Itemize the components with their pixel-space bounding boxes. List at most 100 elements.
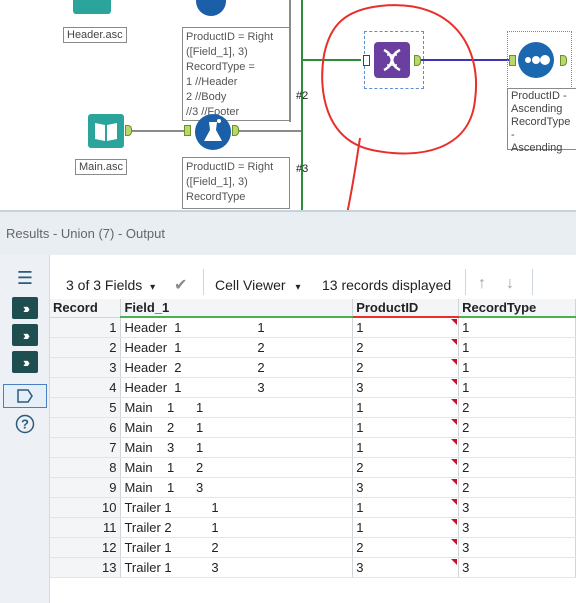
recordtype-cell[interactable]: 1 xyxy=(458,337,576,358)
productid-cell[interactable]: 1 xyxy=(352,497,460,518)
recordtype-cell[interactable]: 3 xyxy=(458,497,576,518)
cell-viewer-dropdown[interactable]: Cell Viewer ▾ xyxy=(215,277,300,293)
table-row[interactable]: 1 Header 1 111 xyxy=(50,317,576,338)
recordtype-cell[interactable]: 2 xyxy=(458,397,576,418)
table-row[interactable]: 4 Header 1 331 xyxy=(50,377,576,398)
field1-cell[interactable]: Trailer 1 3 xyxy=(120,557,354,578)
records-count: 13 records displayed xyxy=(322,277,452,293)
table-row[interactable]: 8 Main 1 222 xyxy=(50,457,576,478)
record-cell[interactable]: 3 xyxy=(50,357,122,378)
forward-icon[interactable]: ››› xyxy=(12,297,38,319)
table-row[interactable]: 7 Main 3 112 xyxy=(50,437,576,458)
arrow-down-icon[interactable]: ↓ xyxy=(506,275,514,293)
productid-cell[interactable]: 3 xyxy=(352,377,460,398)
forward-icon[interactable]: ››› xyxy=(12,351,38,373)
recordtype-cell[interactable]: 2 xyxy=(458,457,576,478)
field1-cell[interactable]: Main 1 3 xyxy=(120,477,354,498)
field1-cell[interactable]: Trailer 2 1 xyxy=(120,517,354,538)
record-cell[interactable]: 7 xyxy=(50,437,122,458)
column-header[interactable]: ProductID xyxy=(352,299,460,318)
productid-cell[interactable]: 1 xyxy=(352,517,460,538)
productid-cell[interactable]: 2 xyxy=(352,457,460,478)
record-cell[interactable]: 11 xyxy=(50,517,122,538)
record-cell[interactable]: 4 xyxy=(50,377,122,398)
changed-value-marker xyxy=(451,338,458,345)
results-toolbar: 3 of 3 Fields ▾ ✔ Cell Viewer ▾ 13 recor… xyxy=(50,255,576,299)
column-header[interactable]: Field_1 xyxy=(120,299,354,318)
table-row[interactable]: 9 Main 1 332 xyxy=(50,477,576,498)
table-row[interactable]: 2 Header 1 221 xyxy=(50,337,576,358)
productid-cell[interactable]: 3 xyxy=(352,477,460,498)
field1-cell[interactable]: Trailer 1 2 xyxy=(120,537,354,558)
record-cell[interactable]: 9 xyxy=(50,477,122,498)
recordtype-cell[interactable]: 3 xyxy=(458,557,576,578)
table-row[interactable]: 11 Trailer 2 113 xyxy=(50,517,576,538)
results-left-rail: ☰ ››› ››› ››› ? xyxy=(0,255,50,603)
productid-cell[interactable]: 2 xyxy=(352,537,460,558)
table-row[interactable]: 6 Main 2 112 xyxy=(50,417,576,438)
record-cell[interactable]: 10 xyxy=(50,497,122,518)
results-table: Record Field_1 ProductID RecordType 1 Hea… xyxy=(50,299,576,578)
list-icon[interactable]: ☰ xyxy=(12,267,38,289)
field1-cell[interactable]: Header 2 2 xyxy=(120,357,354,378)
changed-value-marker xyxy=(451,498,458,505)
recordtype-cell[interactable]: 3 xyxy=(458,517,576,538)
markup-annotation xyxy=(321,4,477,210)
forward-icon[interactable]: ››› xyxy=(12,324,38,346)
column-header[interactable]: RecordType xyxy=(458,299,576,318)
productid-cell[interactable]: 1 xyxy=(352,317,460,338)
recordtype-cell[interactable]: 2 xyxy=(458,437,576,458)
column-header[interactable]: Record xyxy=(50,299,122,318)
table-row[interactable]: 5 Main 1 112 xyxy=(50,397,576,418)
field1-cell[interactable]: Header 1 1 xyxy=(120,317,354,338)
table-row[interactable]: 3 Header 2 221 xyxy=(50,357,576,378)
fields-dropdown[interactable]: 3 of 3 Fields ▾ xyxy=(66,277,155,293)
workflow-canvas[interactable]: Header.asc ProductID = Right ([Field_1],… xyxy=(0,0,576,210)
changed-value-marker xyxy=(451,358,458,365)
results-title: Results - Union (7) - Output xyxy=(6,226,165,241)
field1-cell[interactable]: Trailer 1 1 xyxy=(120,497,354,518)
field1-cell[interactable]: Main 1 2 xyxy=(120,457,354,478)
record-cell[interactable]: 6 xyxy=(50,417,122,438)
arrow-up-icon[interactable]: ↑ xyxy=(478,275,486,293)
productid-cell[interactable]: 2 xyxy=(352,337,460,358)
changed-value-marker xyxy=(451,518,458,525)
productid-cell[interactable]: 1 xyxy=(352,417,460,438)
svg-text:?: ? xyxy=(21,417,29,432)
field1-cell[interactable]: Header 1 3 xyxy=(120,377,354,398)
recordtype-cell[interactable]: 1 xyxy=(458,357,576,378)
changed-value-marker xyxy=(451,478,458,485)
toolbar-divider xyxy=(203,269,204,295)
table-row[interactable]: 12 Trailer 1 223 xyxy=(50,537,576,558)
changed-value-marker xyxy=(451,418,458,425)
record-cell[interactable]: 5 xyxy=(50,397,122,418)
productid-cell[interactable]: 1 xyxy=(352,397,460,418)
productid-cell[interactable]: 3 xyxy=(352,557,460,578)
results-header: Results - Union (7) - Output xyxy=(0,210,576,255)
toolbar-divider xyxy=(465,269,466,295)
changed-value-marker xyxy=(451,438,458,445)
productid-cell[interactable]: 1 xyxy=(352,437,460,458)
record-cell[interactable]: 13 xyxy=(50,557,122,578)
checkmark-icon[interactable]: ✔ xyxy=(174,275,187,295)
record-cell[interactable]: 2 xyxy=(50,337,122,358)
help-icon[interactable]: ? xyxy=(12,413,38,435)
recordtype-cell[interactable]: 1 xyxy=(458,377,576,398)
field1-cell[interactable]: Main 3 1 xyxy=(120,437,354,458)
record-cell[interactable]: 8 xyxy=(50,457,122,478)
recordtype-cell[interactable]: 2 xyxy=(458,477,576,498)
field1-cell[interactable]: Header 1 2 xyxy=(120,337,354,358)
field1-cell[interactable]: Main 1 1 xyxy=(120,397,354,418)
recordtype-cell[interactable]: 3 xyxy=(458,537,576,558)
recordtype-cell[interactable]: 2 xyxy=(458,417,576,438)
results-grid[interactable]: Record Field_1 ProductID RecordType 1 Hea… xyxy=(50,299,576,603)
field1-cell[interactable]: Main 2 1 xyxy=(120,417,354,438)
record-cell[interactable]: 1 xyxy=(50,317,122,338)
record-cell[interactable]: 12 xyxy=(50,537,122,558)
productid-cell[interactable]: 2 xyxy=(352,357,460,378)
table-row[interactable]: 10 Trailer 1 113 xyxy=(50,497,576,518)
chevron-down-icon: ▾ xyxy=(150,282,156,293)
table-row[interactable]: 13 Trailer 1 333 xyxy=(50,557,576,578)
recordtype-cell[interactable]: 1 xyxy=(458,317,576,338)
tag-icon[interactable] xyxy=(3,384,47,408)
